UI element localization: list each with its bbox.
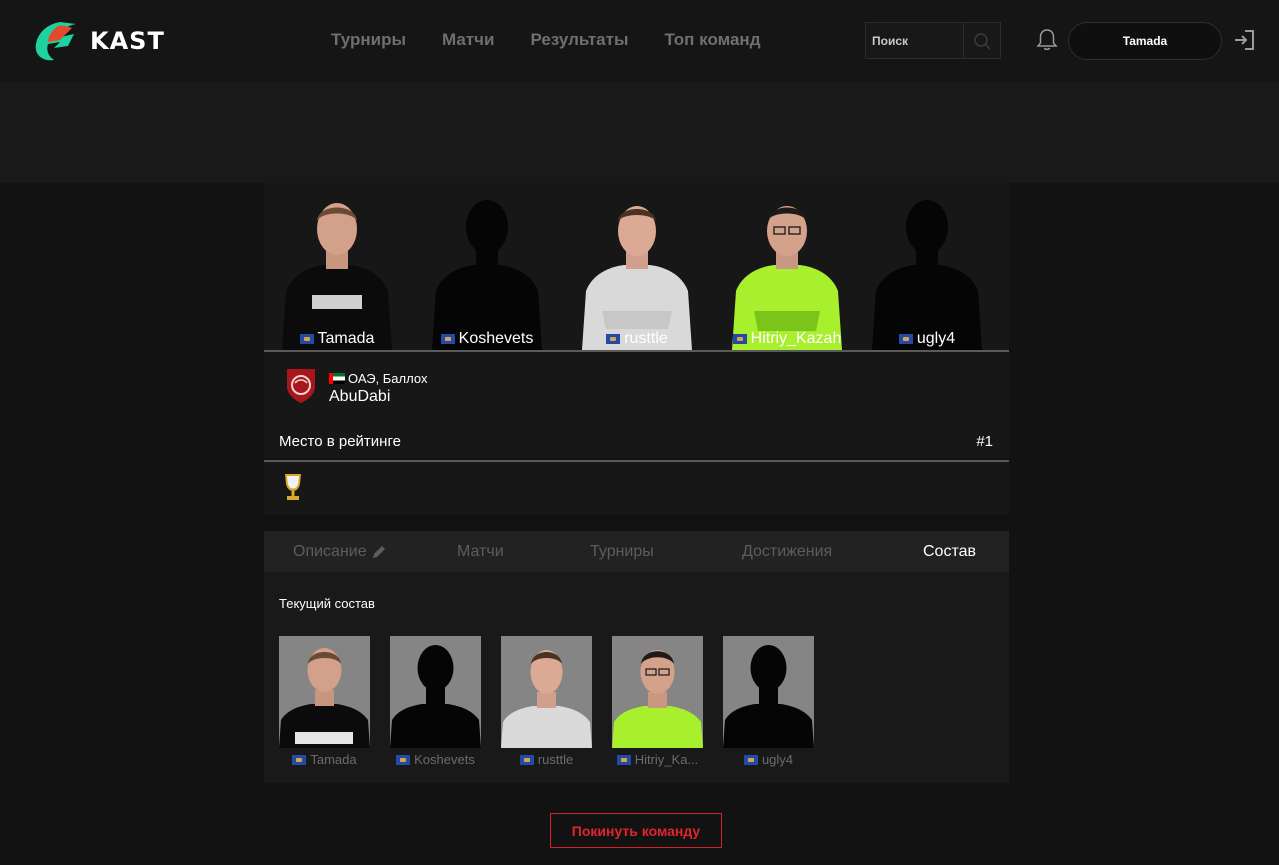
kosovo-flag-icon <box>396 754 411 765</box>
roster-player-card[interactable]: ugly4 <box>723 636 814 767</box>
rank-label: Место в рейтинге <box>279 433 401 450</box>
player-photo <box>279 636 370 748</box>
team-tabs: Описание Матчи Турниры Достижения Состав <box>264 531 1009 572</box>
kosovo-flag-icon <box>743 754 758 765</box>
kast-logo[interactable]: KAST <box>30 18 190 64</box>
team-name: AbuDabi <box>329 388 391 405</box>
roster-player-card[interactable]: Tamada <box>279 636 370 767</box>
player-photo <box>501 636 592 748</box>
hero-player-name: rusttle <box>572 330 702 348</box>
team-banner <box>0 82 1279 183</box>
roster-player-name: Koshevets <box>390 752 481 767</box>
pencil-icon[interactable] <box>371 544 387 560</box>
player-photo <box>732 206 842 350</box>
player-photo <box>582 206 692 350</box>
user-profile-button[interactable]: Tamada <box>1068 22 1222 60</box>
roster-panel: Текущий состав Tamada Koshevets rusttle … <box>264 572 1009 783</box>
player-silhouette <box>432 200 542 350</box>
kosovo-flag-icon <box>616 754 631 765</box>
player-silhouette <box>390 636 481 748</box>
kosovo-flag-icon <box>606 334 621 344</box>
bell-icon[interactable] <box>1036 28 1058 52</box>
hero-player-card[interactable]: Koshevets <box>422 191 552 350</box>
hero-roster: Tamada Koshevets rusttle Hitriy_Kazah ug… <box>264 183 1009 352</box>
kosovo-flag-icon <box>519 754 534 765</box>
kosovo-flag-icon <box>732 334 747 344</box>
top-header: KAST Турниры Матчи Результаты Топ команд… <box>0 0 1279 82</box>
kast-logo-text: KAST <box>90 27 165 55</box>
leave-team-button[interactable]: Покинуть команду <box>550 813 722 848</box>
tab-matches[interactable]: Матчи <box>457 543 504 561</box>
hero-player-card[interactable]: rusttle <box>572 191 702 350</box>
search-button[interactable] <box>964 23 1000 58</box>
nav-results[interactable]: Результаты <box>530 30 628 50</box>
search-box <box>865 22 1001 59</box>
search-icon <box>974 32 991 50</box>
roster-title: Текущий состав <box>279 596 375 611</box>
achievements-row <box>264 460 1009 515</box>
nav-top-teams[interactable]: Топ команд <box>664 30 760 50</box>
player-silhouette <box>723 636 814 748</box>
team-location: ОАЭ, Баллох <box>329 371 427 386</box>
search-input[interactable] <box>866 23 964 58</box>
hero-player-name: Hitriy_Kazah <box>722 330 852 348</box>
tab-description[interactable]: Описание <box>293 543 387 561</box>
nav-matches[interactable]: Матчи <box>442 30 494 50</box>
team-info-panel: ОАЭ, Баллох AbuDabi Место в рейтинге #1 <box>264 352 1009 458</box>
roster-player-name: Tamada <box>279 752 370 767</box>
logout-icon[interactable] <box>1233 29 1255 51</box>
rank-value: #1 <box>976 433 993 450</box>
trophy-icon[interactable] <box>282 472 304 502</box>
player-photo <box>282 203 392 350</box>
roster-player-card[interactable]: rusttle <box>501 636 592 767</box>
kosovo-flag-icon <box>299 334 314 344</box>
main-nav: Турниры Матчи Результаты Топ команд <box>331 30 796 50</box>
team-logo-icon <box>287 369 315 403</box>
tab-achievements[interactable]: Достижения <box>742 543 832 561</box>
tab-tournaments[interactable]: Турниры <box>590 543 654 561</box>
hero-player-name: Koshevets <box>422 330 552 348</box>
roster-player-name: ugly4 <box>723 752 814 767</box>
roster-player-card[interactable]: Koshevets <box>390 636 481 767</box>
tab-roster[interactable]: Состав <box>923 543 976 561</box>
hero-player-card[interactable]: Hitriy_Kazah <box>722 191 852 350</box>
uae-flag-icon <box>329 373 345 384</box>
kosovo-flag-icon <box>440 334 455 344</box>
hero-player-card[interactable]: ugly4 <box>862 191 992 350</box>
kosovo-flag-icon <box>292 754 307 765</box>
roster-player-name: Hitriy_Ka... <box>612 752 703 767</box>
hero-player-name: Tamada <box>272 330 402 348</box>
roster-player-name: rusttle <box>501 752 592 767</box>
user-name: Tamada <box>1122 34 1168 48</box>
kast-logo-icon <box>35 22 76 61</box>
kosovo-flag-icon <box>898 334 913 344</box>
hero-player-name: ugly4 <box>862 330 992 348</box>
nav-tournaments[interactable]: Турниры <box>331 30 406 50</box>
player-silhouette <box>872 200 982 350</box>
player-photo <box>612 636 703 748</box>
hero-player-card[interactable]: Tamada <box>272 191 402 350</box>
roster-player-card[interactable]: Hitriy_Ka... <box>612 636 703 767</box>
